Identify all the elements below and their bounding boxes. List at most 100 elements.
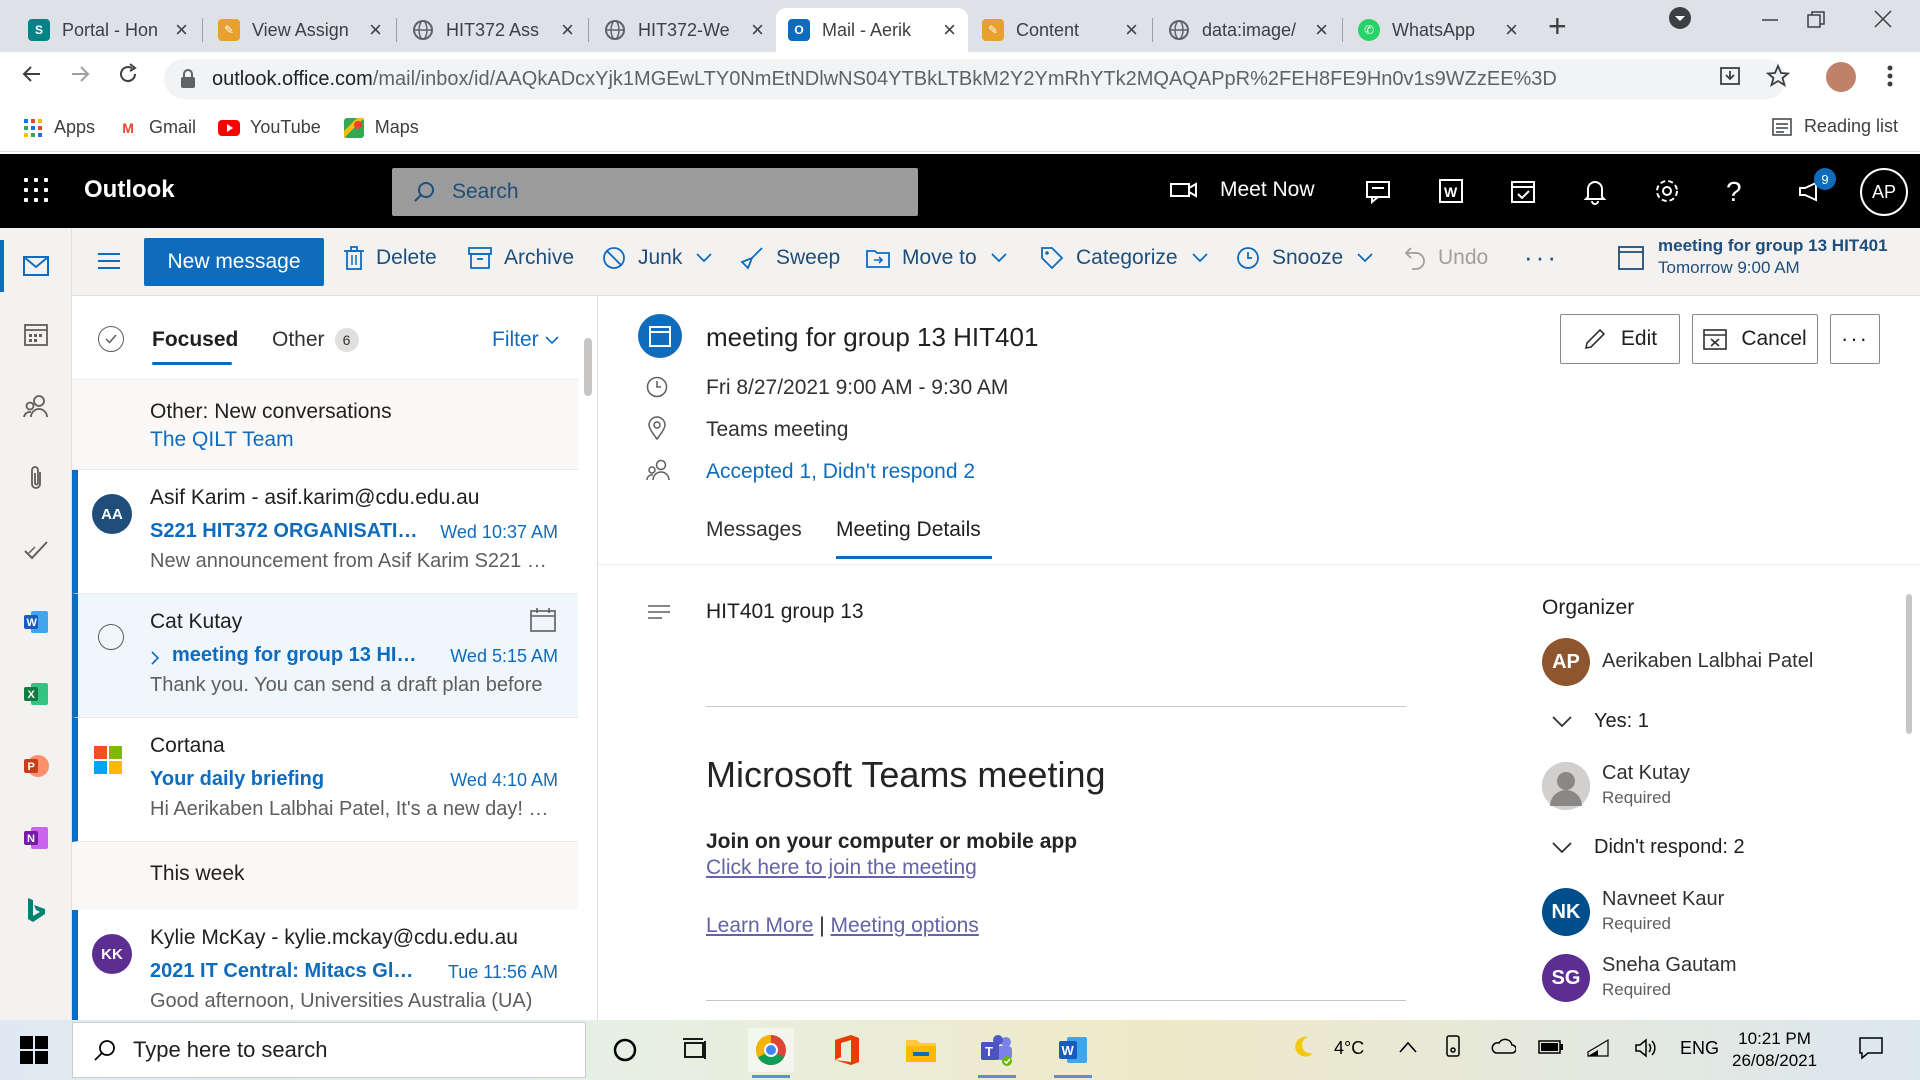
search-box[interactable]: Search [392, 168, 918, 216]
system-clock[interactable]: 10:21 PM 26/08/2021 [1732, 1028, 1817, 1072]
windows-start-icon[interactable] [20, 1036, 48, 1064]
close-window-icon[interactable] [1872, 8, 1894, 36]
todo-icon[interactable] [1508, 176, 1538, 206]
browser-tab-whatsapp[interactable]: ✆ WhatsApp × [1346, 8, 1530, 52]
bookmark-youtube[interactable]: YouTube [218, 117, 321, 139]
browser-tab-view-assign[interactable]: ✎ View Assign × [206, 8, 394, 52]
categorize-button[interactable]: Categorize [1040, 246, 1208, 270]
browser-tab-portal[interactable]: S Portal - Hon × [16, 8, 200, 52]
bookmark-gmail[interactable]: M Gmail [117, 117, 196, 139]
undo-button[interactable]: Undo [1404, 246, 1488, 270]
attendee-person[interactable]: SG Sneha Gautam Required [1542, 954, 1882, 1010]
notification-center-icon[interactable] [1858, 1036, 1884, 1065]
profile-avatar[interactable] [1826, 62, 1856, 92]
reading-list-button[interactable]: Reading list [1772, 116, 1898, 137]
organizer-person[interactable]: AP Aerikaben Lalbhai Patel [1542, 638, 1882, 694]
bookmark-apps[interactable]: Apps [22, 117, 95, 139]
word-online-icon[interactable]: W [1436, 176, 1466, 206]
mail-item-selected[interactable]: Cat Kutay meeting for group 13 HIT401 We… [72, 594, 578, 718]
attachment-icon[interactable] [20, 462, 52, 494]
join-meeting-link[interactable]: Click here to join the meeting [706, 856, 977, 880]
browser-tab-hit372-ass[interactable]: HIT372 Ass × [400, 8, 586, 52]
close-icon[interactable]: × [369, 17, 382, 43]
bing-icon[interactable] [20, 894, 52, 926]
list-scrollbar[interactable] [578, 296, 597, 1020]
tab-search-icon[interactable] [1668, 6, 1692, 36]
move-to-button[interactable]: Move to [866, 246, 1007, 270]
sweep-button[interactable]: Sweep [740, 246, 840, 270]
tab-messages[interactable]: Messages [706, 518, 802, 542]
reload-icon[interactable] [116, 62, 140, 93]
reading-scrollbar[interactable] [1898, 564, 1920, 1020]
todo-check-icon[interactable] [20, 534, 52, 566]
select-all-checkbox[interactable] [98, 326, 124, 352]
back-arrow-icon[interactable] [20, 62, 44, 93]
mail-item[interactable]: Cortana Your daily briefing Wed 4:10 AM … [72, 718, 578, 842]
event-attendance-link[interactable]: Accepted 1, Didn't respond 2 [706, 460, 975, 484]
close-icon[interactable]: × [1315, 17, 1328, 43]
bell-icon[interactable] [1580, 176, 1610, 206]
calendar-icon[interactable] [20, 318, 52, 350]
moon-weather-icon[interactable] [1290, 1034, 1316, 1065]
browser-tab-mail[interactable]: O Mail - Aerik × [776, 8, 968, 52]
meeting-options-link[interactable]: Meeting options [831, 914, 979, 937]
install-app-icon[interactable] [1718, 64, 1742, 95]
mail-icon[interactable] [20, 250, 52, 282]
close-icon[interactable]: × [1125, 17, 1138, 43]
close-icon[interactable]: × [175, 17, 188, 43]
close-icon[interactable]: × [1505, 17, 1518, 43]
word-icon[interactable]: W [20, 606, 52, 638]
chrome-icon[interactable] [748, 1028, 794, 1078]
close-icon[interactable]: × [561, 17, 574, 43]
language-indicator[interactable]: ENG [1680, 1038, 1719, 1059]
outlook-brand[interactable]: Outlook [84, 176, 175, 204]
onenote-icon[interactable]: N [20, 822, 52, 854]
file-explorer-icon[interactable] [898, 1028, 944, 1072]
learn-more-link[interactable]: Learn More [706, 914, 813, 937]
reading-scroll-thumb[interactable] [1906, 594, 1912, 734]
word-taskbar-icon[interactable]: W [1050, 1028, 1096, 1078]
powerpoint-icon[interactable]: P [20, 750, 52, 782]
browser-tab-data-image[interactable]: data:image/ × [1156, 8, 1340, 52]
mail-item[interactable]: AA Asif Karim - asif.karim@cdu.edu.au S2… [72, 470, 578, 594]
gear-icon[interactable] [1652, 176, 1682, 206]
upcoming-event[interactable]: meeting for group 13 HIT401 Tomorrow 9:0… [1618, 236, 1888, 278]
kebab-menu-icon[interactable] [1886, 64, 1894, 95]
more-actions-icon[interactable]: ··· [1830, 314, 1880, 364]
snooze-button[interactable]: Snooze [1236, 246, 1373, 270]
task-view-icon[interactable] [672, 1028, 718, 1072]
mail-item[interactable]: KK Kylie McKay - kylie.mckay@cdu.edu.au … [72, 910, 578, 1020]
bookmark-star-icon[interactable] [1765, 63, 1791, 95]
bookmark-maps[interactable]: Maps [343, 117, 419, 139]
volume-icon[interactable] [1634, 1038, 1658, 1063]
close-icon[interactable]: × [751, 17, 764, 43]
delete-button[interactable]: Delete [344, 246, 437, 270]
yes-group-toggle[interactable]: Yes: 1 [1542, 710, 1649, 733]
teams-icon[interactable]: T [974, 1028, 1020, 1078]
attendee-person[interactable]: NK Navneet Kaur Required [1542, 888, 1882, 944]
user-avatar[interactable]: AP [1860, 168, 1908, 216]
tab-other[interactable]: Other 6 [272, 328, 359, 352]
taskbar-search[interactable]: Type here to search [72, 1022, 586, 1078]
office-icon[interactable] [824, 1028, 870, 1072]
cortana-circle-icon[interactable] [602, 1028, 648, 1072]
more-commands-icon[interactable]: ··· [1524, 242, 1559, 273]
archive-button[interactable]: Archive [468, 246, 574, 270]
address-bar[interactable]: outlook.office.com/mail/inbox/id/AAQkADc… [164, 59, 1786, 99]
app-launcher-icon[interactable] [24, 178, 48, 202]
weather-temperature[interactable]: 4°C [1334, 1038, 1364, 1059]
minimize-icon[interactable] [1760, 10, 1780, 36]
battery-icon[interactable] [1538, 1038, 1564, 1059]
browser-tab-hit372-we[interactable]: HIT372-We × [592, 8, 776, 52]
list-scroll-thumb[interactable] [584, 338, 592, 396]
hamburger-menu-icon[interactable] [98, 252, 120, 275]
excel-icon[interactable]: X [20, 678, 52, 710]
no-response-group-toggle[interactable]: Didn't respond: 2 [1542, 836, 1745, 859]
forward-arrow-icon[interactable] [68, 62, 92, 93]
tab-focused[interactable]: Focused [152, 328, 238, 352]
other-conversations-banner[interactable]: Other: New conversations The QILT Team [72, 380, 578, 470]
chat-icon[interactable] [1364, 176, 1394, 206]
people-icon[interactable] [20, 390, 52, 422]
select-circle[interactable] [98, 624, 124, 650]
edit-button[interactable]: Edit [1560, 314, 1680, 364]
